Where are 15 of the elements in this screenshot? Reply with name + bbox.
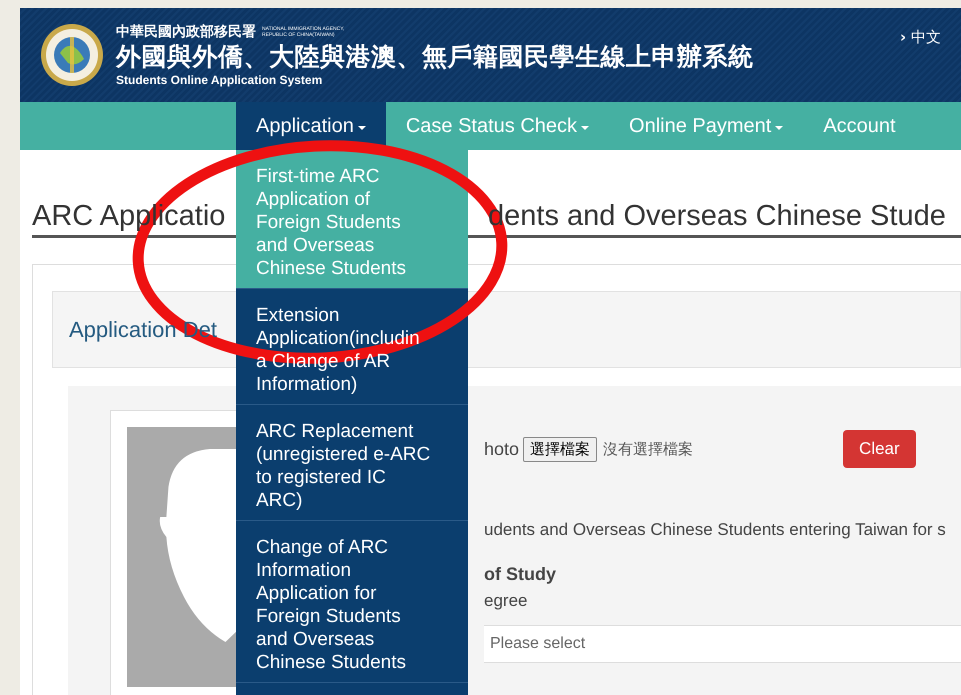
select-field[interactable]: Please select <box>484 625 961 663</box>
study-value: egree <box>484 591 528 611</box>
system-title: 外國與外僑、大陸與港澳、無戶籍國民學生線上申辦系統 <box>116 41 754 73</box>
emblem-logo <box>40 23 104 87</box>
agency-name: 中華民國內政部移民署 <box>116 23 256 41</box>
dropdown-menu-item[interactable]: Change of ARC Information Application for Foreign Students and Overseas Chinese Students <box>236 521 468 683</box>
dropdown-menu-item[interactable]: ARC Replacement (unregistered e-ARC to registered IC ARC) <box>236 405 468 521</box>
notice-text: udents and Overseas Chinese Students entering Taiwan for s <box>484 520 947 540</box>
photo-label: hoto <box>484 438 520 460</box>
file-status: 沒有選擇檔案 <box>603 440 694 458</box>
choose-file-button[interactable]: 選擇檔案 <box>523 436 598 462</box>
clear-button[interactable]: Clear <box>843 430 916 468</box>
study-label: of Study <box>484 564 557 585</box>
system-subtitle: Students Online Application System <box>116 73 324 87</box>
language-link[interactable]: › 中文 <box>900 28 941 47</box>
